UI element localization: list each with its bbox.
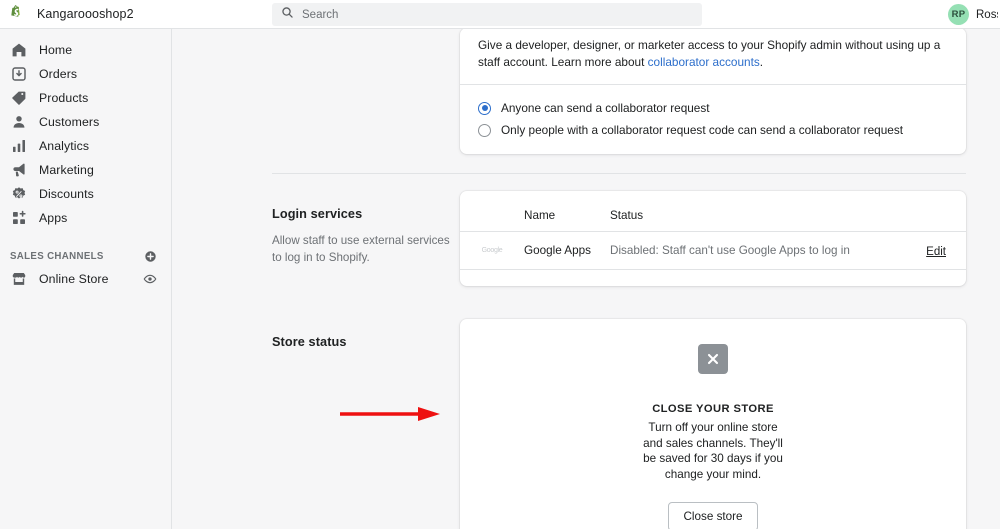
edit-link[interactable]: Edit	[926, 246, 946, 258]
close-x-icon	[698, 344, 728, 374]
discounts-percent-icon	[10, 186, 27, 203]
close-store-heading: CLOSE YOUR STORE	[652, 403, 774, 415]
close-store-card: CLOSE YOUR STORE Turn off your online st…	[460, 319, 966, 529]
search-icon	[281, 6, 294, 24]
store-name: Kangaroooshop2	[37, 7, 134, 21]
plus-circle-icon[interactable]	[144, 250, 157, 263]
collaborators-description-period: .	[759, 55, 764, 69]
sidebar-item-label: Products	[39, 91, 89, 105]
sales-channels-title: SALES CHANNELS	[10, 250, 104, 262]
login-services-card: Name Status Google Google Apps Disabled:…	[460, 191, 966, 286]
search-bar[interactable]	[272, 3, 702, 26]
sales-channels-header: SALES CHANNELS	[0, 245, 171, 267]
service-status: Disabled: Staff can't use Google Apps to…	[610, 244, 850, 257]
store-status-right: CLOSE YOUR STORE Turn off your online st…	[460, 319, 966, 529]
user-name: Ross	[976, 8, 998, 21]
store-status-left: Store status	[272, 319, 460, 529]
sidebar-item-discounts[interactable]: Discounts	[0, 182, 171, 206]
sidebar-item-label: Discounts	[39, 187, 94, 201]
home-icon	[10, 42, 27, 59]
sidebar-item-orders[interactable]: Orders	[0, 62, 171, 86]
radio-only-with-code[interactable]: Only people with a collaborator request …	[478, 119, 948, 141]
customers-person-icon	[10, 114, 27, 131]
radio-button-selected[interactable]	[478, 101, 491, 115]
google-logo-icon: Google	[481, 247, 503, 254]
sidebar: Home Orders Products Customers Analytics…	[0, 29, 172, 529]
login-services-section: Login services Allow staff to use extern…	[173, 191, 1000, 286]
close-store-button[interactable]: Close store	[668, 502, 758, 529]
collaborator-options: Anyone can send a collaborator request O…	[460, 84, 966, 154]
avatar: RP	[948, 4, 969, 25]
sidebar-item-online-store[interactable]: Online Store	[0, 267, 171, 291]
close-store-body: Turn off your online store and sales cha…	[643, 421, 783, 481]
top-bar: Kangaroooshop2 RP Ross	[0, 0, 1000, 29]
collaborators-right: Give a developer, designer, or marketer …	[460, 29, 966, 154]
login-services-description: Allow staff to use external services to …	[272, 234, 450, 264]
sidebar-item-home[interactable]: Home	[0, 38, 171, 62]
sidebar-item-products[interactable]: Products	[0, 86, 171, 110]
login-services-left: Login services Allow staff to use extern…	[272, 191, 460, 286]
service-name: Google Apps	[524, 244, 591, 257]
sidebar-item-label: Apps	[39, 211, 68, 225]
sidebar-item-label: Online Store	[39, 272, 109, 286]
main-content: Give a developer, designer, or marketer …	[173, 29, 1000, 529]
eye-icon[interactable]	[143, 272, 157, 286]
section-divider	[272, 173, 966, 174]
sidebar-item-label: Customers	[39, 115, 100, 129]
collaborators-description: Give a developer, designer, or marketer …	[460, 29, 966, 84]
login-services-title: Login services	[272, 207, 363, 221]
sidebar-item-label: Orders	[39, 67, 78, 81]
login-services-right: Name Status Google Google Apps Disabled:…	[460, 191, 966, 286]
sidebar-item-analytics[interactable]: Analytics	[0, 134, 171, 158]
radio-anyone-can-send[interactable]: Anyone can send a collaborator request	[478, 97, 948, 119]
collaborators-card: Give a developer, designer, or marketer …	[460, 29, 966, 154]
sidebar-item-label: Home	[39, 43, 73, 57]
brand-area[interactable]: Kangaroooshop2	[0, 4, 260, 25]
column-header-name: Name	[524, 209, 556, 222]
column-header-status: Status	[610, 209, 644, 222]
sidebar-item-customers[interactable]: Customers	[0, 110, 171, 134]
sidebar-item-label: Marketing	[39, 163, 94, 177]
sidebar-item-marketing[interactable]: Marketing	[0, 158, 171, 182]
search-input[interactable]	[302, 8, 662, 21]
orders-icon	[10, 66, 27, 83]
sidebar-item-apps[interactable]: Apps	[0, 206, 171, 230]
analytics-bar-chart-icon	[10, 138, 27, 155]
collaborators-left	[272, 29, 460, 154]
marketing-megaphone-icon	[10, 162, 27, 179]
table-row: Google Google Apps Disabled: Staff can't…	[460, 231, 966, 270]
products-tag-icon	[10, 90, 27, 107]
user-menu[interactable]: RP Ross	[948, 0, 1000, 29]
sidebar-item-label: Analytics	[39, 139, 90, 153]
radio-label: Only people with a collaborator request …	[501, 123, 903, 137]
store-status-title: Store status	[272, 335, 347, 349]
collaborators-section: Give a developer, designer, or marketer …	[173, 29, 1000, 154]
shopify-logo	[6, 4, 27, 25]
store-icon	[10, 271, 27, 288]
store-status-section: Store status CLOSE YOUR STORE Turn off y…	[173, 319, 1000, 529]
radio-button-unselected[interactable]	[478, 123, 491, 137]
login-services-table-header: Name Status	[460, 191, 966, 231]
apps-grid-plus-icon	[10, 210, 27, 227]
collaborator-accounts-link[interactable]: collaborator accounts	[648, 55, 760, 69]
radio-label: Anyone can send a collaborator request	[501, 101, 710, 115]
